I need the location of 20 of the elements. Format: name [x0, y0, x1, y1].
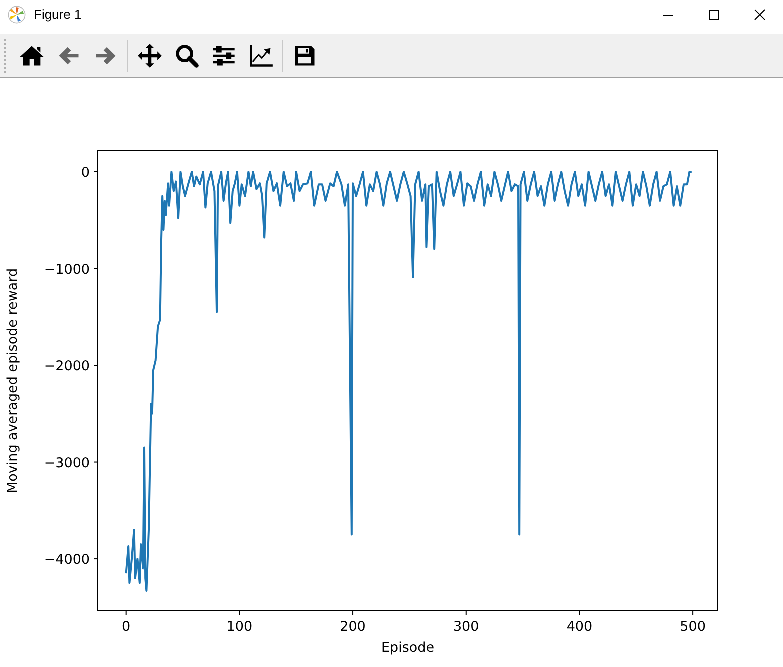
search-icon — [174, 42, 200, 68]
x-tick-label: 200 — [340, 619, 366, 635]
y-tick-label: −4000 — [44, 552, 90, 568]
y-tick-label: −3000 — [44, 455, 90, 472]
x-tick-label: 100 — [226, 619, 253, 635]
x-axis-label: Episode — [381, 640, 435, 656]
y-tick-label: −1000 — [44, 262, 90, 278]
x-tick-label: 0 — [122, 619, 131, 635]
y-tick-label: 0 — [81, 165, 90, 181]
x-tick-label: 300 — [453, 619, 480, 635]
y-axis-label: Moving averaged episode reward — [5, 268, 21, 494]
window-title: Figure 1 — [34, 6, 82, 24]
app-icon — [8, 6, 26, 24]
maximize-icon — [708, 9, 720, 21]
line-chart-icon — [248, 42, 274, 68]
x-tick-label: 400 — [566, 619, 593, 635]
close-icon — [754, 9, 766, 21]
x-tick-label: 500 — [680, 619, 706, 635]
y-tick-label: −2000 — [44, 358, 90, 375]
move-icon — [136, 42, 162, 68]
